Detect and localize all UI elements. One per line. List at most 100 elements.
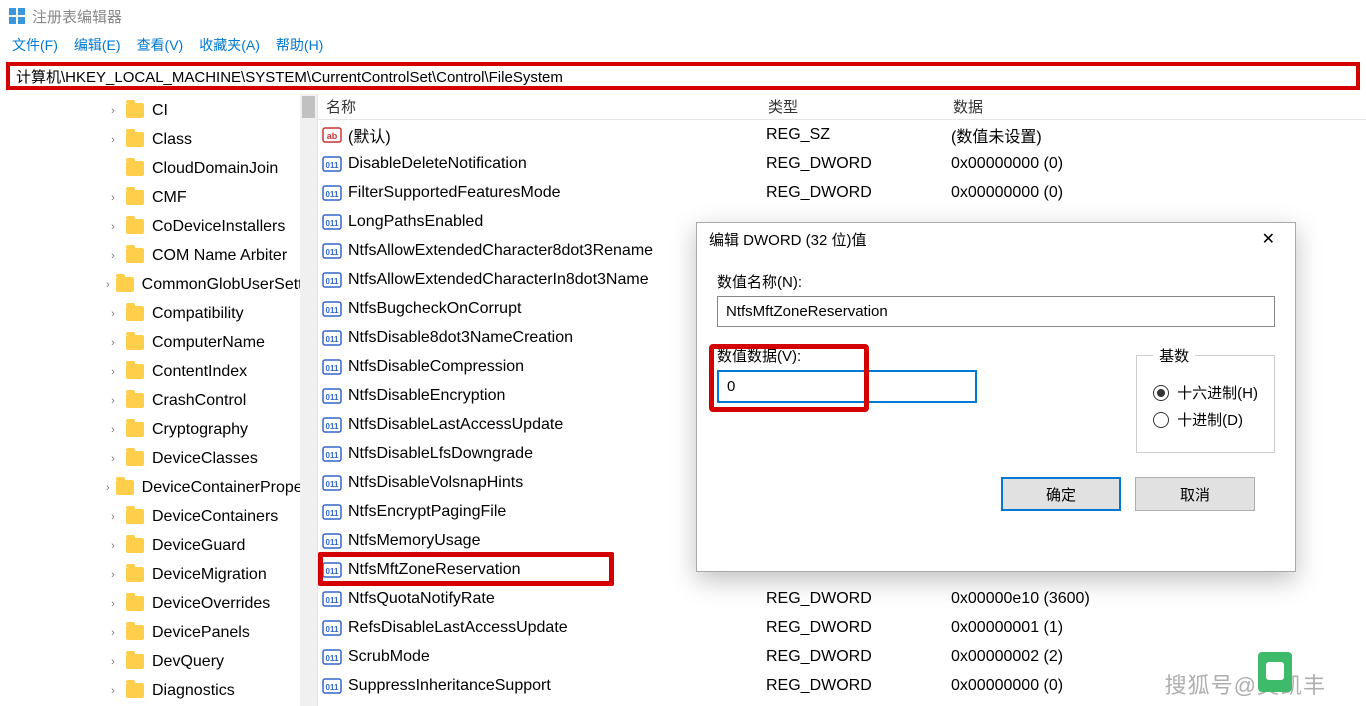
folder-icon (126, 625, 144, 640)
col-type[interactable]: 类型 (768, 96, 953, 117)
radio-icon (1153, 385, 1169, 401)
chevron-right-icon[interactable]: › (106, 685, 120, 697)
tree-node[interactable]: › DevicePanels (0, 618, 317, 647)
menu-view[interactable]: 查看(V) (129, 33, 192, 57)
edit-dword-dialog: 编辑 DWORD (32 位)值 ✕ 数值名称(N): NtfsMftZoneR… (696, 222, 1296, 572)
folder-icon (126, 219, 144, 234)
chevron-right-icon[interactable]: › (106, 221, 120, 233)
chevron-right-icon[interactable]: › (106, 482, 110, 494)
chevron-right-icon[interactable]: › (106, 308, 120, 320)
value-row[interactable]: 011NtfsQuotaNotifyRateREG_DWORD0x00000e1… (318, 584, 1366, 613)
folder-icon (126, 654, 144, 669)
value-row[interactable]: 011RefsDisableLastAccessUpdateREG_DWORD0… (318, 613, 1366, 642)
tree-node[interactable]: ›DeviceOverrides (0, 589, 317, 618)
tree-scroll-thumb[interactable] (302, 96, 315, 118)
tree-node[interactable]: ›CI (0, 96, 317, 125)
tree-node[interactable]: ›DeviceContainerPropertyUpdateEvents (0, 473, 317, 502)
tree-node[interactable]: ›CommonGlobUserSettings (0, 270, 317, 299)
chevron-right-icon[interactable]: › (106, 337, 120, 349)
chevron-right-icon[interactable]: › (106, 569, 120, 581)
value-name: NtfsDisable8dot3NameCreation (348, 329, 573, 347)
tree-scrollbar[interactable] (300, 94, 317, 706)
svg-text:011: 011 (326, 277, 339, 286)
chevron-right-icon[interactable]: › (106, 627, 120, 639)
svg-text:011: 011 (326, 451, 339, 460)
binary-value-icon: 011 (322, 299, 342, 319)
col-name[interactable]: 名称 (318, 96, 768, 117)
tree-node[interactable]: ›COM Name Arbiter (0, 241, 317, 270)
svg-text:011: 011 (326, 538, 339, 547)
folder-icon (126, 393, 144, 408)
tree-node-label: Compatibility (152, 305, 244, 323)
value-name: NtfsAllowExtendedCharacterIn8dot3Name (348, 271, 649, 289)
value-type: REG_DWORD (766, 184, 951, 202)
chevron-right-icon[interactable]: › (106, 656, 120, 668)
tree-node[interactable]: ›Class (0, 125, 317, 154)
menu-help[interactable]: 帮助(H) (268, 33, 331, 57)
menu-favorites[interactable]: 收藏夹(A) (191, 33, 268, 57)
tree-node[interactable]: ›DeviceContainers (0, 502, 317, 531)
value-row[interactable]: 011FilterSupportedFeaturesModeREG_DWORD0… (318, 178, 1366, 207)
tree-node-label: CMF (152, 189, 187, 207)
chevron-right-icon[interactable]: › (106, 395, 120, 407)
tree-node[interactable]: ›CrashControl (0, 386, 317, 415)
menu-bar: 文件(F) 编辑(E) 查看(V) 收藏夹(A) 帮助(H) (0, 32, 1366, 58)
value-data-field[interactable] (717, 370, 977, 403)
value-row[interactable]: ab(默认)REG_SZ(数值未设置) (318, 120, 1366, 149)
address-bar[interactable]: 计算机\HKEY_LOCAL_MACHINE\SYSTEM\CurrentCon… (6, 62, 1360, 90)
tree-node[interactable]: ›Cryptography (0, 415, 317, 444)
col-data[interactable]: 数据 (953, 96, 1366, 117)
folder-icon (126, 683, 144, 698)
value-type: REG_DWORD (766, 648, 951, 666)
chevron-right-icon[interactable]: › (106, 250, 120, 262)
radix-dec[interactable]: 十进制(D) (1153, 409, 1258, 430)
binary-value-icon: 011 (322, 502, 342, 522)
value-row[interactable]: 011DisableDeleteNotificationREG_DWORD0x0… (318, 149, 1366, 178)
cancel-button[interactable]: 取消 (1135, 477, 1255, 511)
chevron-right-icon[interactable]: › (106, 134, 120, 146)
chevron-right-icon[interactable]: › (106, 279, 110, 291)
value-name: NtfsDisableEncryption (348, 387, 505, 405)
close-icon[interactable]: ✕ (1254, 225, 1283, 253)
tree-node-label: DevicePanels (152, 624, 250, 642)
chevron-right-icon[interactable]: › (106, 192, 120, 204)
tree-node[interactable]: ›CoDeviceInstallers (0, 212, 317, 241)
tree-node[interactable]: › CMF (0, 183, 317, 212)
folder-icon (126, 364, 144, 379)
value-name-field[interactable]: NtfsMftZoneReservation (717, 296, 1275, 327)
ok-button[interactable]: 确定 (1001, 477, 1121, 511)
binary-value-icon: 011 (322, 212, 342, 232)
chevron-right-icon[interactable]: › (106, 366, 120, 378)
chevron-right-icon[interactable]: › (106, 424, 120, 436)
radix-hex[interactable]: 十六进制(H) (1153, 382, 1258, 403)
chevron-right-icon[interactable]: › (106, 540, 120, 552)
svg-text:011: 011 (326, 683, 339, 692)
value-row[interactable]: 011ScrubModeREG_DWORD0x00000002 (2) (318, 642, 1366, 671)
value-name: NtfsBugcheckOnCorrupt (348, 300, 521, 318)
tree-node[interactable]: ›DeviceGuard (0, 531, 317, 560)
tree-node[interactable]: ›DevQuery (0, 647, 317, 676)
tree-node-label: CloudDomainJoin (152, 160, 278, 178)
chevron-right-icon[interactable]: › (106, 453, 120, 465)
chevron-right-icon[interactable]: › (106, 105, 120, 117)
menu-file[interactable]: 文件(F) (4, 33, 66, 57)
tree-node[interactable]: ›ComputerName (0, 328, 317, 357)
menu-edit[interactable]: 编辑(E) (66, 33, 129, 57)
tree-node[interactable]: ›Diagnostics (0, 676, 317, 705)
binary-value-icon: 011 (322, 647, 342, 667)
binary-value-icon: 011 (322, 676, 342, 696)
tree-node[interactable]: › Compatibility (0, 299, 317, 328)
chevron-right-icon[interactable]: › (106, 598, 120, 610)
tree-node[interactable]: ›ContentIndex (0, 357, 317, 386)
svg-text:011: 011 (326, 480, 339, 489)
value-data: 0x00000002 (2) (951, 648, 1366, 666)
svg-text:ab: ab (327, 131, 338, 141)
tree-node-label: DeviceClasses (152, 450, 258, 468)
tree-node[interactable]: ›DeviceMigration (0, 560, 317, 589)
tree-node[interactable]: CloudDomainJoin (0, 154, 317, 183)
binary-value-icon: 011 (322, 357, 342, 377)
title-bar: 注册表编辑器 (0, 0, 1366, 32)
tree-node[interactable]: › DeviceClasses (0, 444, 317, 473)
chevron-right-icon[interactable]: › (106, 511, 120, 523)
value-name: NtfsDisableCompression (348, 358, 524, 376)
